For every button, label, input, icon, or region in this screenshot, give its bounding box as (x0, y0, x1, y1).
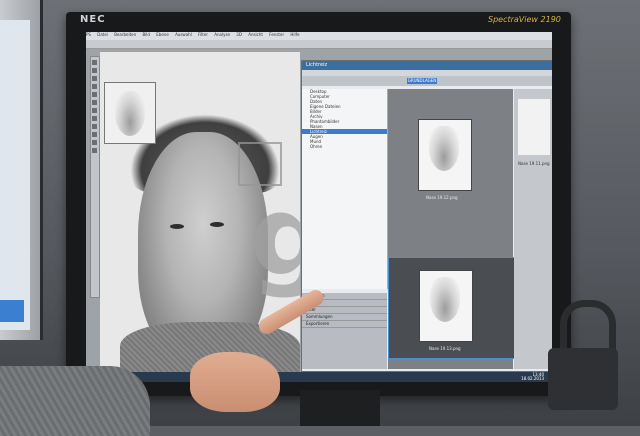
menu-item[interactable]: Ansicht (248, 32, 263, 37)
thumbnail-label: Nase 19.12.png (426, 195, 458, 200)
content-panel[interactable]: Nase 19.12.png Nase 19.13.png (388, 89, 515, 369)
padlock (548, 300, 618, 410)
thumbnail-label: Nase 19.13.png (429, 346, 461, 351)
clock: 13:40 18.02.2013 (521, 373, 544, 381)
eraser-tool-icon[interactable] (92, 108, 97, 113)
brush-tool-icon[interactable] (92, 92, 97, 97)
dodge-tool-icon[interactable] (92, 124, 97, 129)
menu-item[interactable]: Datei (97, 32, 108, 37)
nose-image (430, 277, 460, 322)
toolbox[interactable] (90, 56, 100, 298)
marquee-tool-icon[interactable] (92, 68, 97, 73)
monitor-model: SpectraView 2190 (488, 15, 561, 24)
panel-header[interactable]: Exportieren (302, 321, 387, 328)
portrait-eye-left (170, 224, 184, 229)
lasso-tool-icon[interactable] (92, 76, 97, 81)
screen: PS Datei Bearbeiten Bild Ebene Auswahl F… (86, 32, 552, 382)
panel-header[interactable]: Filter (302, 307, 387, 314)
menu-item[interactable]: Bild (142, 32, 150, 37)
menu-item[interactable]: PS (86, 32, 91, 37)
menu-item[interactable]: Bearbeiten (114, 32, 136, 37)
menu-item[interactable]: 3D (236, 32, 242, 37)
portrait-eye-right (210, 222, 224, 227)
monitor-stand (300, 390, 380, 426)
options-bar[interactable] (86, 40, 552, 49)
overlay-box (238, 142, 282, 186)
bridge-window[interactable]: Lichtreiz GRUNDLAGEN Desktop Computer Da… (301, 60, 552, 372)
folder-tree[interactable]: Desktop Computer Daten Eigene Dateien Bi… (302, 89, 388, 289)
monitor-brand: NEC (80, 14, 106, 25)
preview-label: Nase 19.11.png (518, 161, 550, 166)
hand-tool-icon[interactable] (92, 148, 97, 153)
preview-thumbnail (518, 99, 550, 155)
menu-item[interactable]: Fenster (269, 32, 284, 37)
crop-tool-icon[interactable] (92, 84, 97, 89)
left-monitor-screen (0, 20, 30, 330)
nose-image (429, 126, 459, 171)
menu-item[interactable]: Analyse (214, 32, 230, 37)
stamp-tool-icon[interactable] (92, 100, 97, 105)
clock-date: 18.02.2013 (521, 376, 544, 381)
move-tool-icon[interactable] (92, 60, 97, 65)
thumbnail[interactable] (419, 270, 473, 342)
thumbnail[interactable] (418, 119, 472, 191)
tree-item[interactable]: Ohren (302, 144, 387, 149)
gradient-tool-icon[interactable] (92, 116, 97, 121)
overlay-logo: gf (250, 172, 300, 300)
nose-image (115, 91, 145, 136)
photoshop-menubar: PS Datei Bearbeiten Bild Ebene Auswahl F… (86, 32, 552, 40)
left-monitor-icon (0, 300, 24, 322)
panel-header[interactable]: Sammlungen (302, 314, 387, 321)
tab-grundlagen[interactable]: GRUNDLAGEN (407, 78, 437, 84)
pen-tool-icon[interactable] (92, 132, 97, 137)
hand (190, 352, 280, 412)
menu-item[interactable]: Auswahl (175, 32, 192, 37)
padlock-body (548, 348, 618, 410)
left-monitor (0, 0, 43, 340)
taskbar[interactable]: 13:40 18.02.2013 (86, 372, 552, 382)
nose-layer-window[interactable] (104, 82, 156, 144)
menu-item[interactable]: Ebene (156, 32, 169, 37)
bridge-title: Lichtreiz (302, 61, 552, 70)
menu-item[interactable]: Filter (198, 32, 208, 37)
text-tool-icon[interactable] (92, 140, 97, 145)
preview-panel[interactable]: Nase 19.11.png (514, 89, 552, 369)
menu-item[interactable]: Hilfe (290, 32, 299, 37)
selected-thumbnail-frame[interactable]: Nase 19.13.png (388, 257, 515, 359)
